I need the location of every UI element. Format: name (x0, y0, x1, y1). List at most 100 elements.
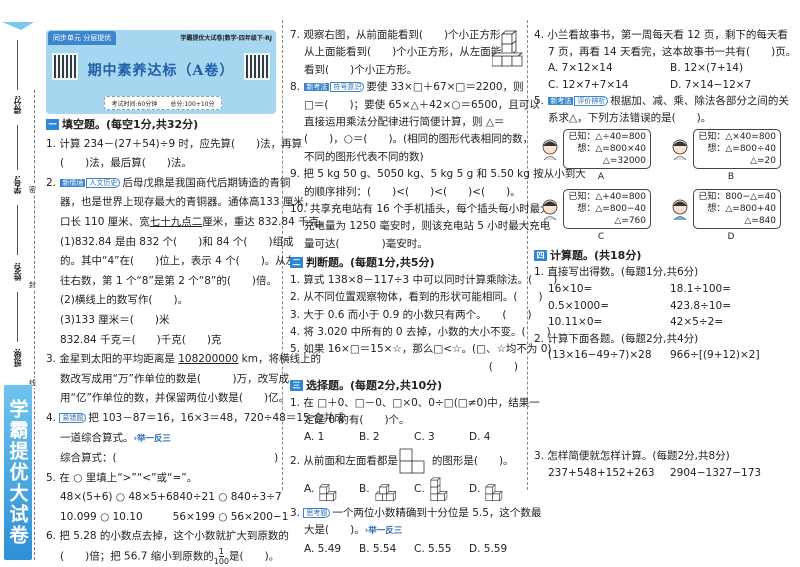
question-line: 2. 从前面和左面看都是 的图形是( )。 (290, 447, 524, 475)
text: 数改写成用“万”作单位的数是( )万，改写成 (60, 372, 290, 385)
book-info: 学霸提优大试卷|数学·四年级下·RJ (180, 35, 272, 42)
bubble-line: 已知：△÷40=800 (568, 131, 646, 142)
column-divider (527, 20, 528, 490)
option-a[interactable]: A. (304, 475, 359, 505)
text: ( )法，最后算( )法。 (60, 157, 192, 170)
option-label: D. 4 (469, 431, 491, 444)
section-number-badge: 二 (290, 257, 303, 269)
option-label: C. 3 (414, 431, 435, 444)
text: 充电量为 1250 毫安时，则该充电站 5 小时最大充电 (304, 220, 551, 233)
text: 大是( )。 (304, 524, 365, 537)
work-space[interactable] (534, 364, 792, 448)
text: 一个两位小数精确到十分位是 5.5，这个数最 (332, 506, 542, 519)
text: 往右数，第 1 个“8”是第 2 个“8”的( )倍。 (60, 274, 278, 287)
bubble-line: 想：△=800×40 (577, 143, 646, 154)
speech-box: 已知：△+40=800 想：△=800−40 △=760 (563, 189, 651, 230)
option-c[interactable]: C. (414, 475, 469, 505)
seal-char: 密 (29, 185, 36, 195)
question-line: 1. 直接写出得数。(每题1分,共6分) (534, 264, 792, 281)
bubble-line: 想：△=800−40 (577, 204, 646, 215)
score-label: 得分: (13, 95, 22, 115)
option-b[interactable]: B. 2 (359, 429, 414, 446)
text: 3. 金星到太阳的平均距离是 (46, 353, 179, 366)
bubble-b[interactable]: 已知：△×40=800 想：△=800÷40 △=20 B (670, 128, 792, 186)
related-practice-link[interactable]: ›举一反三 (365, 526, 403, 536)
student-id-line[interactable] (17, 205, 18, 255)
related-practice-link[interactable]: ›举一反三 (134, 434, 172, 444)
expression-item: 10.11×0= (548, 316, 603, 329)
section-heading: 二判断题。(每题1分,共5分) (290, 254, 524, 271)
text: 3. 怎样简便就怎样计算。(每题2分,共8分) (534, 449, 730, 462)
question-line: 4. 将 3.020 中所有的 0 去掉，小数的大小不变。( ) (290, 324, 551, 341)
question-line: 3. 怎样简便就怎样计算。(每题2分,共8分) (534, 448, 792, 465)
text: 是( )。 (229, 550, 280, 563)
name-label: 姓名: (13, 262, 22, 282)
tag-badge: 新考法 (304, 83, 330, 92)
question-line: 4. 小兰看故事书，第一周每天看 12 页，剩下的每天看 (534, 27, 792, 44)
option-a[interactable]: A. 7×12×14 (548, 60, 670, 77)
option-d[interactable]: D. 5.59 (469, 541, 524, 558)
option-b[interactable]: B. 12×(7+14) (670, 60, 792, 77)
tag-badge-outline: 思考题 (303, 507, 331, 518)
text: (3)133 厘米＝( )米 (60, 313, 170, 326)
bubble-a[interactable]: 已知：△÷40=800 想：△=800×40 △=32000 A (540, 128, 662, 186)
view-shape-figure (399, 448, 425, 474)
text: 的。其中“4”在( )位上，表示 4 个( )。从左 (60, 255, 297, 268)
bubble-c[interactable]: 已知：△+40=800 想：△=800−40 △=760 C (540, 189, 662, 246)
bubble-label: C (597, 232, 605, 243)
name-line[interactable] (17, 292, 18, 342)
cube-option-figure (374, 483, 396, 502)
column-2: 7. 观察右图，从前面能看到( )个小正方形， 从上面能看到( )个小正方形，从左… (290, 27, 586, 558)
question-line: 4. 易错题把 103－87＝16，16×3＝48，720÷48＝15 合并成 (46, 409, 345, 429)
question-line: (2)横线上的数写作( )。 (46, 291, 282, 311)
bubble-row: 已知：800−△=40 想：△=800+40 △=840 (670, 189, 792, 230)
seal-line (34, 90, 35, 560)
exam-time: 考试时间:60分钟 (111, 100, 158, 108)
answer-options: C. 12×7+7×14 D. 7×14−12×7 (534, 77, 792, 94)
bubble-line: △=20 (750, 155, 776, 166)
text: 用“亿”作单位的数，并保留两位小数是( )亿。 (60, 392, 290, 405)
expression-item: 237+548+152+263 (548, 466, 655, 479)
option-label: C. 12×7+7×14 (548, 78, 629, 91)
question-line: 的顺序排列：( )<( )<( )<( )。 (290, 184, 524, 201)
text: 7 页，再看 14 天看完，这本故事书一共有( )页。 (548, 45, 797, 58)
exam-info: 考试时间:60分钟 总分:100+10分 (104, 96, 222, 110)
cube-stack-figure (492, 30, 524, 67)
text: 1. 直接写出得数。(每题1分,共6分) (534, 266, 699, 279)
text: 5. 如果 16×□＝15×☆，那么□<☆。(□、☆均不为 0) (290, 343, 552, 356)
bubble-row: 已知：△+40=800 想：△=800−40 △=760 (540, 189, 662, 230)
option-c[interactable]: C. 12×7+7×14 (548, 77, 670, 94)
option-d[interactable]: D. (469, 475, 524, 505)
bubble-line: △=760 (614, 216, 646, 227)
text: 5. 在 ○ 里填上“>”“<”或“=”。 (46, 471, 198, 484)
option-a[interactable]: A. 1 (304, 429, 359, 446)
option-label: D. (469, 483, 481, 496)
option-d[interactable]: D. 7×14−12×7 (670, 77, 792, 94)
text: 3. 大于 0.6 而小于 0.9 的小数只有两个。 ( ) (290, 308, 532, 321)
option-c[interactable]: C. 5.55 (414, 541, 469, 558)
option-d[interactable]: D. 4 (469, 429, 524, 446)
text: (2)横线上的数写作( )。 (60, 294, 189, 307)
text: 2. 计算下面各题。(每题2分,共4分) (534, 332, 699, 345)
bubble-row: 已知：△÷40=800 想：△=800×40 △=32000 (540, 128, 662, 169)
text: ( )倍；把 56.7 缩小到原数的 (60, 550, 214, 563)
bubble-line: △=840 (744, 216, 776, 227)
option-a[interactable]: A. 5.49 (304, 541, 359, 558)
question-line: 往右数，第 1 个“8”是第 2 个“8”的( )倍。 (46, 272, 282, 292)
answer-options: A. 1 B. 2 C. 3 D. 4 (290, 429, 524, 446)
question-line: 5. 如果 16×□＝15×☆，那么□<☆。(□、☆均不为 0) (290, 341, 552, 358)
student-avatar-icon (542, 199, 558, 221)
question-line: 直接运用乘法分配律进行简便计算，则 △＝ (290, 114, 524, 131)
method-bubbles: 已知：△÷40=800 想：△=800×40 △=32000 A 已知：△×40=800… (534, 128, 792, 246)
text: 的顺序排列：( )<( )<( )<( )。 (304, 185, 521, 198)
option-label: D. 7×14−12×7 (670, 78, 752, 91)
option-b[interactable]: B. 5.54 (359, 541, 414, 558)
score-line[interactable] (17, 125, 18, 170)
option-b[interactable]: B. (359, 475, 414, 505)
option-c[interactable]: C. 3 (414, 429, 469, 446)
tag-badge-outline: 评价辨析 (574, 96, 609, 107)
text: 一道综合算式。 (60, 431, 134, 444)
text: 7. 观察右图，从前面能看到( )个小正方形， (290, 29, 512, 41)
question-line: 832.84 千克＝( )千克( )克 (46, 331, 282, 351)
bubble-d[interactable]: 已知：800−△=40 想：△=800+40 △=840 D (670, 189, 792, 246)
